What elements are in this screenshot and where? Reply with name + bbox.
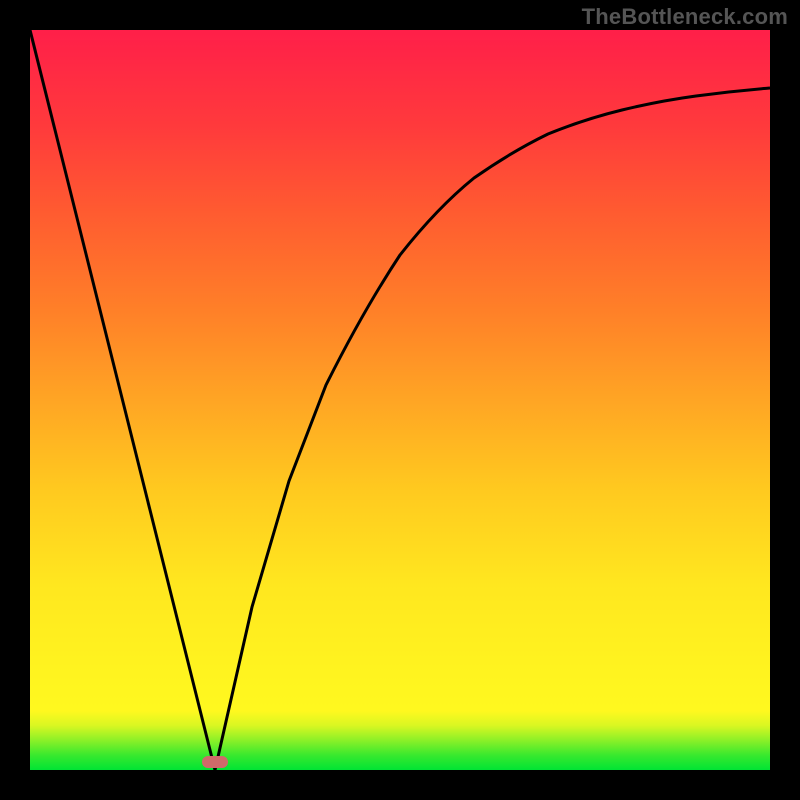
plot-area — [30, 30, 770, 770]
curve-left-slope — [30, 30, 215, 770]
valley-marker — [202, 756, 228, 768]
watermark-text: TheBottleneck.com — [582, 4, 788, 30]
chart-frame: TheBottleneck.com — [0, 0, 800, 800]
curve-right — [215, 88, 770, 770]
curve-svg — [30, 30, 770, 770]
